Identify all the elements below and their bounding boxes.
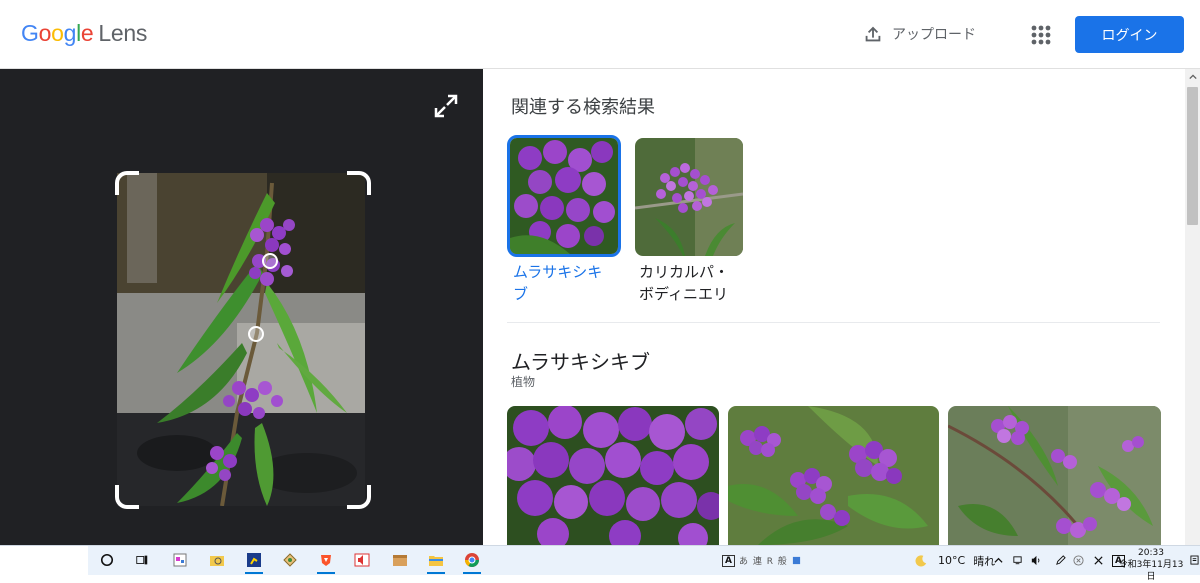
folder-icon	[429, 556, 443, 566]
crop-handle-top-right[interactable]	[347, 171, 371, 195]
result-image-2	[635, 138, 743, 256]
taskbar-app-7[interactable]	[388, 549, 412, 571]
crop-handle-bottom-left[interactable]	[115, 485, 139, 509]
weather-widget[interactable]: 10°C 晴れ	[915, 546, 995, 575]
audio-app-icon	[354, 553, 370, 567]
image-preview-pane	[0, 69, 483, 545]
clock-date: 令和3年11月13日	[1118, 560, 1184, 582]
taskbar-file-explorer[interactable]	[424, 549, 448, 574]
crop-handle-top-left[interactable]	[115, 171, 139, 195]
expand-button[interactable]	[433, 93, 459, 119]
expand-icon	[434, 94, 458, 118]
chevron-up-icon	[1188, 73, 1197, 79]
uploaded-photo	[117, 173, 365, 506]
cortana-circle-icon	[100, 553, 114, 567]
pen-icon[interactable]	[1055, 555, 1066, 566]
task-view-icon	[136, 555, 148, 565]
scrollbar-thumb[interactable]	[1187, 87, 1198, 225]
task-view-button[interactable]	[130, 549, 154, 571]
taskbar-app-2[interactable]	[205, 549, 229, 571]
entity-image-1-picture	[507, 406, 719, 545]
result-image-1	[510, 138, 618, 254]
speaker-icon[interactable]	[1030, 555, 1041, 566]
entity-image-3[interactable]	[948, 406, 1161, 545]
system-tray: A	[994, 546, 1125, 575]
weather-temperature: 10°C	[938, 554, 966, 567]
notification-button[interactable]	[1188, 549, 1200, 571]
entity-subtitle: 植物	[511, 375, 536, 389]
taskbar-search-area[interactable]	[0, 546, 88, 575]
entity-image-2[interactable]	[728, 406, 939, 545]
entity-image-1[interactable]	[507, 406, 719, 545]
apps-button[interactable]	[1028, 22, 1054, 48]
crop-handle-bottom-right[interactable]	[347, 485, 371, 509]
related-results-title: 関連する検索結果	[511, 97, 655, 118]
upload-icon	[865, 26, 881, 42]
chrome-icon	[465, 553, 479, 567]
apps-grid-icon	[1031, 25, 1051, 45]
windows-taskbar: A あ 連 R 般 10°C 晴れ A 20:33 令和3年11月13日	[0, 545, 1200, 582]
clock-time: 20:33	[1138, 548, 1164, 558]
fan-app-icon	[283, 553, 297, 567]
runner-app-icon	[247, 553, 261, 567]
taskbar-chrome[interactable]	[460, 549, 484, 574]
login-button[interactable]: ログイン	[1075, 16, 1184, 53]
scroll-up-button[interactable]	[1185, 69, 1200, 84]
tool-icon[interactable]	[1093, 555, 1104, 566]
google-lens-logo[interactable]: Google Lens	[21, 20, 147, 47]
results-scrollbar[interactable]	[1185, 69, 1200, 545]
results-divider	[507, 322, 1160, 323]
result-thumb-2[interactable]	[635, 138, 743, 256]
taskbar-app-3[interactable]	[242, 549, 266, 574]
beautyberry-photo-image	[117, 173, 365, 506]
ime-mode-a[interactable]: A	[722, 554, 735, 567]
ime-mode-glyphs[interactable]: あ 連 R 般	[739, 554, 788, 567]
folder-search-icon	[210, 556, 224, 566]
chevron-up-icon[interactable]	[994, 556, 1003, 565]
ime-settings-icon[interactable]	[792, 556, 801, 565]
taskbar-clock[interactable]: 20:33 令和3年11月13日	[1115, 547, 1187, 583]
ime-language-bar[interactable]: A あ 連 R 般	[722, 546, 801, 575]
logo-lens-text: Lens	[98, 20, 148, 46]
notes-app-icon	[173, 553, 187, 567]
results-pane: 関連する検索結果 ムラサキシキブ カリカルパ・ボディニエリ ムラサキシキブ 植物	[483, 69, 1185, 545]
taskbar-app-4[interactable]	[278, 549, 302, 571]
taskbar-brave-browser[interactable]	[314, 549, 338, 574]
entity-image-3-picture	[948, 406, 1161, 545]
logo-google-text: Google	[21, 20, 94, 46]
result-thumb-1[interactable]	[507, 135, 621, 257]
object-point-1[interactable]	[262, 253, 278, 269]
brave-lion-icon	[321, 555, 331, 566]
entity-title[interactable]: ムラサキシキブ	[511, 346, 650, 375]
close-circle-icon[interactable]	[1073, 555, 1084, 566]
display-icon[interactable]	[1012, 555, 1023, 566]
upload-label: アップロード	[892, 27, 976, 43]
header-bar: Google Lens アップロード ログイン	[0, 0, 1200, 69]
result-label-1[interactable]: ムラサキシキブ	[513, 261, 613, 305]
upload-button[interactable]: アップロード	[862, 20, 976, 48]
taskbar-app-1[interactable]	[168, 549, 192, 571]
notification-icon	[1189, 555, 1199, 565]
entity-image-2-picture	[728, 406, 939, 545]
cortana-button[interactable]	[95, 549, 119, 571]
moon-icon	[915, 555, 927, 567]
box-app-icon	[393, 555, 407, 566]
result-label-2[interactable]: カリカルパ・ボディニエリ	[639, 261, 743, 305]
object-point-2[interactable]	[248, 326, 264, 342]
weather-condition: 晴れ	[973, 554, 996, 568]
taskbar-app-6[interactable]	[350, 549, 374, 571]
